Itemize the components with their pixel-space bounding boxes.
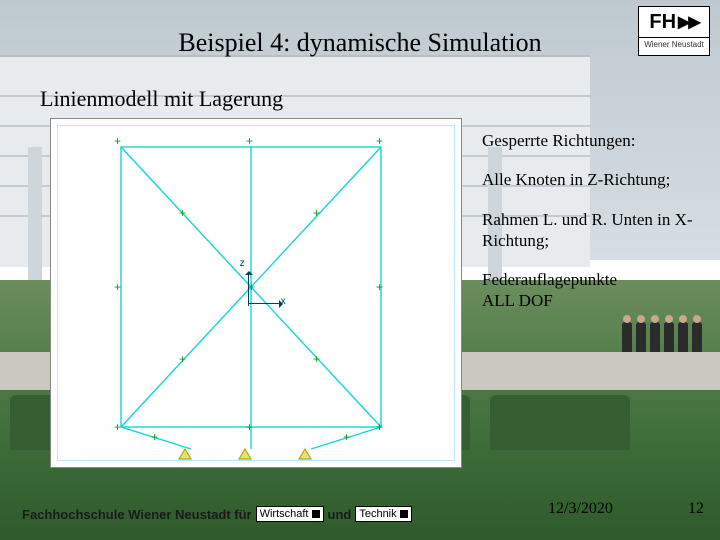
tag-wirtschaft: Wirtschaft xyxy=(256,506,324,522)
svg-text:+: + xyxy=(179,206,186,220)
svg-text:+: + xyxy=(376,420,383,434)
svg-text:+: + xyxy=(376,134,383,148)
slide-date: 12/3/2020 xyxy=(548,500,613,518)
tag-wirtschaft-label: Wirtschaft xyxy=(260,508,309,520)
svg-text:+: + xyxy=(313,352,320,366)
svg-text:+: + xyxy=(114,420,121,434)
tag-technik-label: Technik xyxy=(359,508,396,520)
truss-diagram: + + + + + + + + + + + + + + + xyxy=(51,119,461,467)
svg-text:+: + xyxy=(151,430,158,444)
notes-line-1: Alle Knoten in Z-Richtung; xyxy=(482,169,700,190)
notes-line-3b: ALL DOF xyxy=(482,291,553,310)
footer-logo: Fachhochschule Wiener Neustadt für Wirts… xyxy=(22,506,412,522)
play-icon xyxy=(312,510,320,518)
footer-text-a: Fachhochschule Wiener Neustadt für xyxy=(22,507,252,522)
svg-text:+: + xyxy=(313,206,320,220)
notes-heading: Gesperrte Richtungen: xyxy=(482,130,700,151)
svg-text:+: + xyxy=(114,134,121,148)
slide-content: FH ▶▶ Wiener Neustadt Beispiel 4: dynami… xyxy=(0,0,720,540)
svg-text:+: + xyxy=(114,280,121,294)
model-figure: + + + + + + + + + + + + + + + z x xyxy=(50,118,462,468)
notes-line-2: Rahmen L. und R. Unten in X-Richtung; xyxy=(482,209,700,252)
slide-title: Beispiel 4: dynamische Simulation xyxy=(0,28,720,58)
notes-block: Gesperrte Richtungen: Alle Knoten in Z-R… xyxy=(482,130,700,330)
footer-mid: und xyxy=(328,507,352,522)
svg-text:+: + xyxy=(376,280,383,294)
svg-text:+: + xyxy=(343,430,350,444)
x-axis xyxy=(248,303,282,304)
slide-subtitle: Linienmodell mit Lagerung xyxy=(40,86,283,112)
z-axis xyxy=(248,272,249,306)
x-axis-label: x xyxy=(281,296,286,307)
notes-line-3: Federauflagepunkte ALL DOF xyxy=(482,269,700,312)
svg-text:+: + xyxy=(248,280,255,294)
z-axis-label: z xyxy=(240,258,245,269)
tag-technik: Technik xyxy=(355,506,411,522)
svg-text:+: + xyxy=(246,420,253,434)
slide: FH ▶▶ Wiener Neustadt Beispiel 4: dynami… xyxy=(0,0,720,540)
svg-text:+: + xyxy=(179,352,186,366)
slide-number: 12 xyxy=(688,500,704,518)
play-icon xyxy=(400,510,408,518)
notes-line-3a: Federauflagepunkte xyxy=(482,270,617,289)
svg-text:+: + xyxy=(246,134,253,148)
